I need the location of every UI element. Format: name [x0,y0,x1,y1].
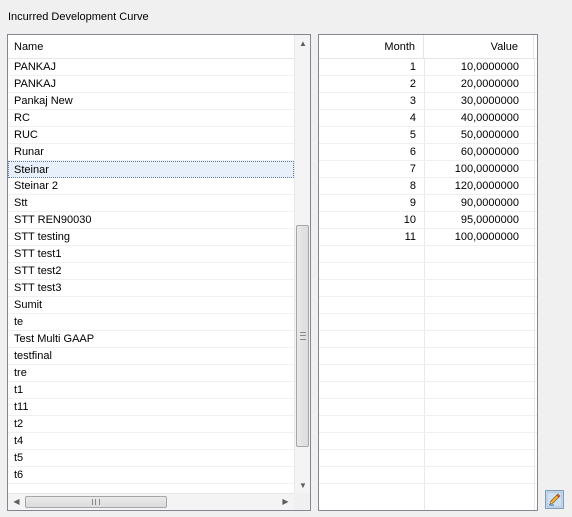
horizontal-scrollbar[interactable]: ◀ ▶ [8,493,294,510]
month-cell: 9 [409,197,416,209]
empty-table-row [319,433,537,450]
horizontal-scroll-thumb[interactable] [25,496,167,508]
value-cell[interactable]: 60,0000000 [424,144,534,161]
value-column-header[interactable]: Value [424,35,534,59]
value-cell[interactable]: 20,0000000 [424,76,534,93]
empty-table-row [319,263,537,280]
empty-table-row [319,399,537,416]
table-row[interactable]: 2 20,0000000 [319,76,537,93]
grip-icon [300,332,306,340]
empty-table-row [319,450,537,467]
list-item[interactable]: t11 [8,399,294,416]
table-row[interactable]: 7 100,0000000 [319,161,537,178]
month-cell: 5 [409,129,416,141]
vertical-scroll-thumb[interactable] [296,225,309,447]
value-cell[interactable]: 30,0000000 [424,93,534,110]
list-item[interactable]: testfinal [8,348,294,365]
list-item[interactable]: t4 [8,433,294,450]
table-row[interactable]: 5 50,0000000 [319,127,537,144]
month-cell: 8 [409,180,416,192]
empty-table-row [319,365,537,382]
list-item[interactable]: Sumit [8,297,294,314]
table-row[interactable]: 9 90,0000000 [319,195,537,212]
edit-button[interactable] [545,490,564,509]
table-row[interactable]: 4 40,0000000 [319,110,537,127]
scroll-up-arrow-icon[interactable]: ▲ [295,35,310,52]
empty-table-row [319,297,537,314]
name-list-rows: PANKAJ PANKAJ Pankaj New RC RUC Runar Steinar S… [8,59,294,484]
list-item[interactable]: PANKAJ [8,76,294,93]
panel-title: Incurred Development Curve [8,11,149,23]
value-cell[interactable]: 100,0000000 [424,161,534,178]
grid-header: Month Value [319,35,537,59]
scroll-down-arrow-icon[interactable]: ▼ [295,477,310,494]
month-cell: 4 [409,112,416,124]
empty-table-row [319,382,537,399]
list-item[interactable]: t5 [8,450,294,467]
list-item[interactable]: Steinar 2 [8,178,294,195]
list-item[interactable]: t6 [8,467,294,484]
month-cell: 3 [409,95,416,107]
scroll-left-arrow-icon[interactable]: ◀ [8,494,25,510]
table-row[interactable]: 1 10,0000000 [319,59,537,76]
month-column-header[interactable]: Month [319,35,424,59]
table-row[interactable]: 11 100,0000000 [319,229,537,246]
list-item[interactable]: RC [8,110,294,127]
list-item[interactable]: STT testing [8,229,294,246]
month-cell: 7 [409,163,416,175]
empty-table-row [319,348,537,365]
list-item[interactable]: Stt [8,195,294,212]
month-cell: 11 [404,231,416,243]
empty-table-row [319,314,537,331]
empty-table-row [319,467,537,484]
table-row[interactable]: 3 30,0000000 [319,93,537,110]
grip-icon [92,499,100,505]
table-row[interactable]: 6 60,0000000 [319,144,537,161]
empty-table-row [319,280,537,297]
list-item[interactable]: Runar [8,144,294,161]
name-list[interactable]: Name PANKAJ PANKAJ Pankaj New RC RUC Runar Ste… [7,34,311,511]
pencil-icon [546,491,563,508]
value-cell[interactable]: 120,0000000 [424,178,534,195]
value-cell[interactable]: 50,0000000 [424,127,534,144]
list-item[interactable]: STT test2 [8,263,294,280]
empty-table-row [319,416,537,433]
table-row[interactable]: 8 120,0000000 [319,178,537,195]
scroll-right-arrow-icon[interactable]: ▶ [277,494,294,510]
month-cell: 2 [409,78,416,90]
month-cell: 6 [409,146,416,158]
curve-grid[interactable]: Month Value 1 10,0000000 2 20,0000000 3 30,00… [318,34,538,511]
list-item[interactable]: tre [8,365,294,382]
list-item[interactable]: te [8,314,294,331]
value-cell[interactable]: 100,0000000 [424,229,534,246]
list-item[interactable]: Pankaj New [8,93,294,110]
list-item[interactable]: STT test3 [8,280,294,297]
table-row[interactable]: 10 95,0000000 [319,212,537,229]
list-item[interactable]: Test Multi GAAP [8,331,294,348]
month-cell: 1 [409,61,416,73]
value-cell[interactable]: 90,0000000 [424,195,534,212]
month-cell: 10 [403,214,416,226]
list-item[interactable]: t2 [8,416,294,433]
list-item[interactable]: t1 [8,382,294,399]
list-item[interactable]: Steinar [8,161,294,178]
scrollbar-corner [294,493,310,510]
name-column-header[interactable]: Name [8,35,294,59]
list-item[interactable]: PANKAJ [8,59,294,76]
list-item[interactable]: RUC [8,127,294,144]
empty-table-row [319,246,537,263]
value-cell[interactable]: 95,0000000 [424,212,534,229]
grid-body: 1 10,0000000 2 20,0000000 3 30,0000000 4 40,000… [319,59,537,510]
vertical-scrollbar[interactable]: ▲ ▼ [294,35,310,494]
list-item[interactable]: STT REN90030 [8,212,294,229]
list-item[interactable]: STT test1 [8,246,294,263]
value-cell[interactable]: 40,0000000 [424,110,534,127]
empty-table-row [319,331,537,348]
value-cell[interactable]: 10,0000000 [424,59,534,76]
